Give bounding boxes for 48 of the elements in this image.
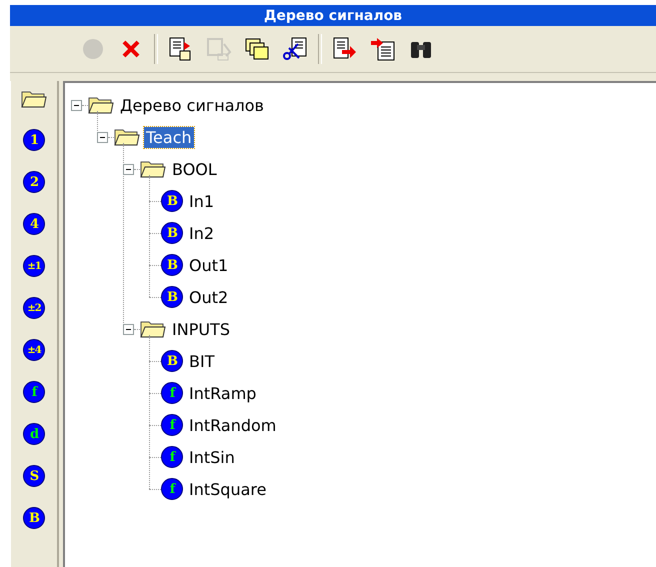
- signal-badge-icon: d: [23, 423, 45, 445]
- tree-node-label[interactable]: IntRamp: [187, 382, 258, 404]
- tree-node-label[interactable]: In1: [187, 190, 216, 212]
- close-icon: [121, 39, 141, 59]
- signal-badge-icon: B: [161, 222, 183, 244]
- tree-node-label[interactable]: Out1: [187, 254, 230, 276]
- tree-node-label[interactable]: BOOL: [170, 158, 219, 180]
- folder-icon: [114, 127, 140, 147]
- tree-node-label[interactable]: In2: [187, 222, 216, 244]
- tree-node-label[interactable]: IntSquare: [187, 478, 268, 500]
- signal-badge-icon: B: [161, 286, 183, 308]
- signal-badge-icon: ±4: [23, 339, 45, 361]
- signal-badge-icon: S: [23, 465, 45, 487]
- signal-badge-icon: ±2: [23, 297, 45, 319]
- collapse-toggle[interactable]: [97, 132, 108, 142]
- signal-badge-icon: B: [23, 507, 45, 529]
- tree-node-label[interactable]: Out2: [187, 286, 230, 308]
- signal-badge-icon: f: [161, 478, 183, 500]
- signal-badge-icon: B: [161, 350, 183, 372]
- signal-badge-icon: f: [161, 414, 183, 436]
- collapse-toggle[interactable]: [123, 324, 134, 334]
- signal-badge-icon: f: [23, 381, 45, 403]
- tree-node-label[interactable]: Teach: [144, 126, 194, 148]
- signal-badge-icon: B: [161, 254, 183, 276]
- signal-badge-icon: 4: [23, 213, 45, 235]
- scissors-document-icon: [282, 36, 308, 62]
- stacked-folders-icon: [244, 36, 270, 62]
- record-icon: [82, 38, 104, 60]
- signal-badge-icon: f: [161, 446, 183, 468]
- signal-badge-icon: B: [161, 190, 183, 212]
- tree-node-label[interactable]: IntSin: [187, 446, 237, 468]
- document-icon: [206, 36, 232, 62]
- window-title: Дерево сигналов: [10, 5, 656, 26]
- folder-icon: [140, 159, 166, 179]
- document-import-icon: [370, 36, 396, 62]
- folder-icon: [21, 89, 47, 109]
- signal-badge-icon: ±1: [23, 255, 45, 277]
- folder-icon: [140, 319, 166, 339]
- signal-badge-icon: 2: [23, 171, 45, 193]
- tree-node-label[interactable]: IntRandom: [187, 414, 278, 436]
- folder-icon: [88, 95, 114, 115]
- signal-badge-icon: 1: [23, 129, 45, 151]
- tree-node-label[interactable]: INPUTS: [170, 318, 232, 340]
- tree-node-label[interactable]: BIT: [187, 350, 216, 372]
- signal-badge-icon: f: [161, 382, 183, 404]
- collapse-toggle[interactable]: [71, 100, 82, 110]
- collapse-toggle[interactable]: [123, 164, 134, 174]
- tree-node-label[interactable]: Дерево сигналов: [118, 94, 266, 116]
